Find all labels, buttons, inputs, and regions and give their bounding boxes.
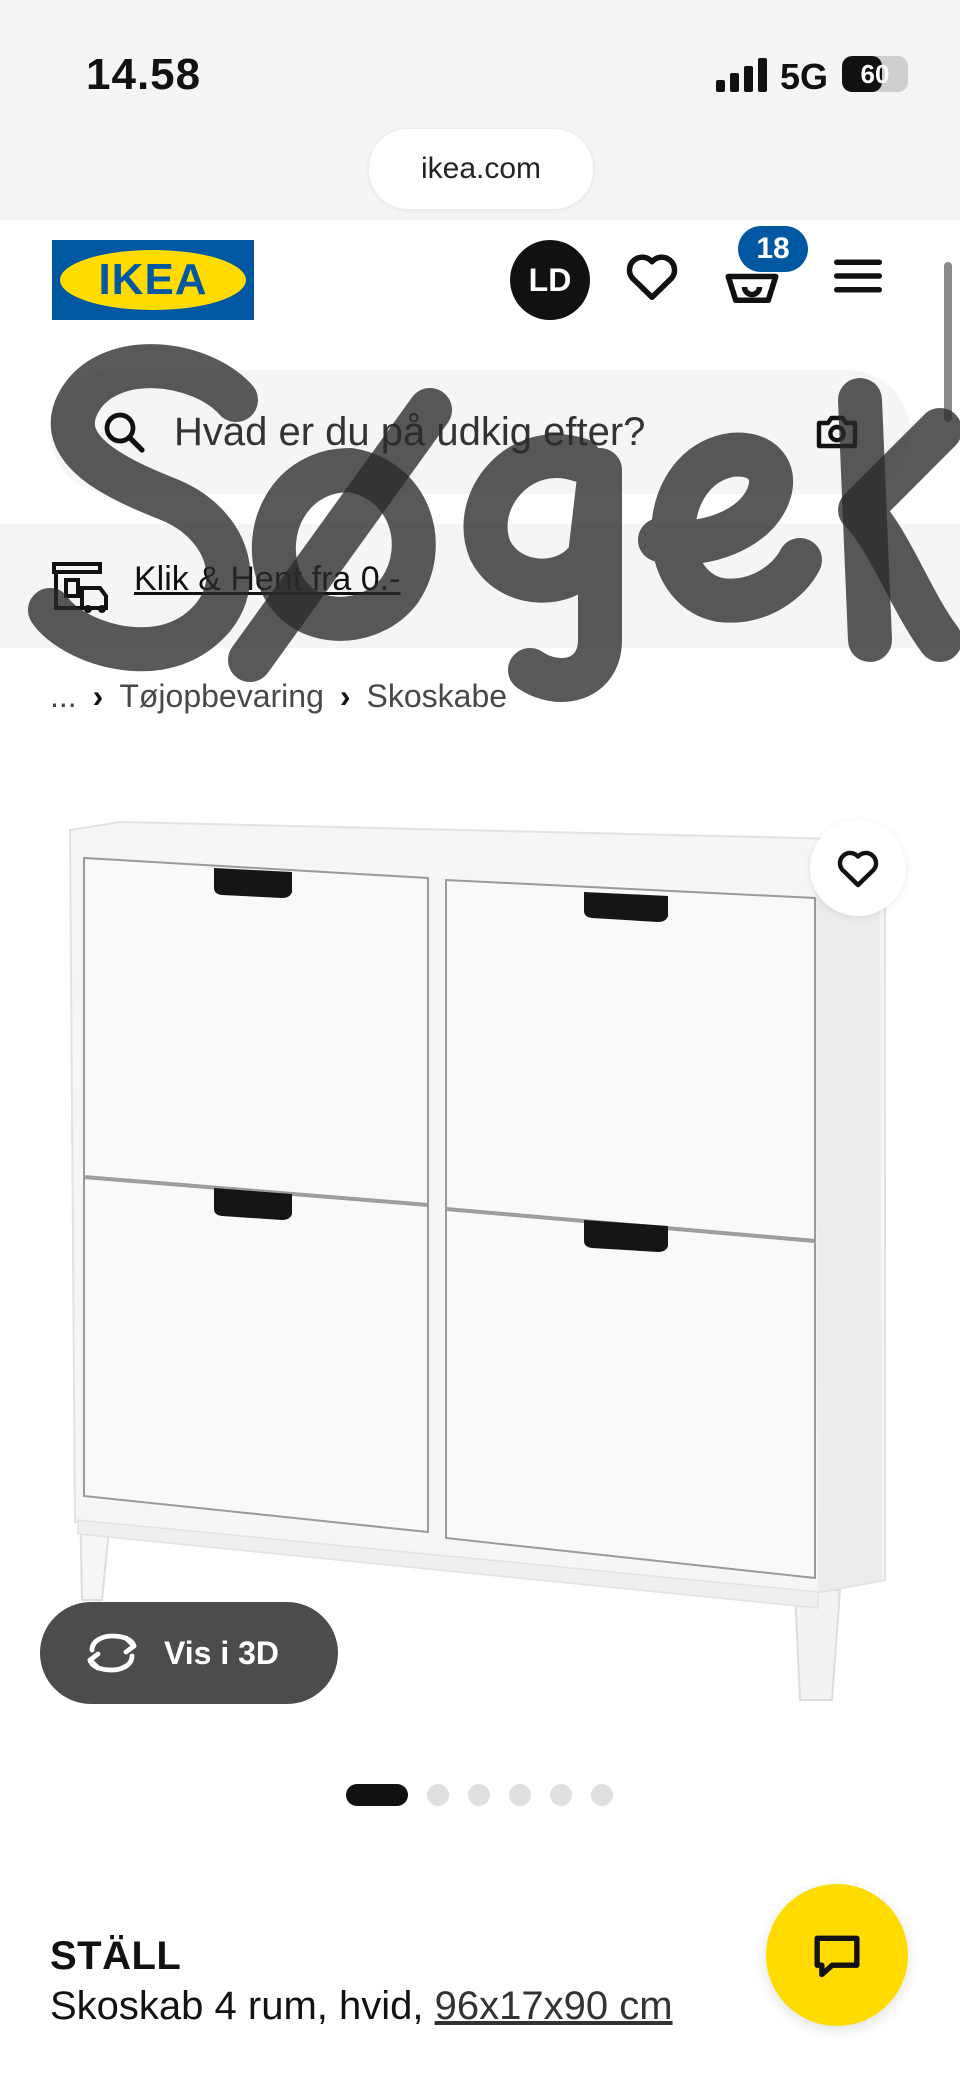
product-name: STÄLL xyxy=(50,1934,182,1978)
store-pickup-icon xyxy=(52,562,108,613)
chat-icon xyxy=(814,1935,860,1978)
menu-icon xyxy=(834,259,882,293)
breadcrumb-ellipsis[interactable]: ... xyxy=(50,678,77,715)
chevron-right-icon: › xyxy=(92,678,104,714)
status-time: 14.58 xyxy=(86,50,202,99)
heart-icon xyxy=(837,850,879,888)
camera-icon[interactable] xyxy=(812,408,862,456)
breadcrumb: ... › Tøjopbevaring › Skoskabe xyxy=(50,678,507,715)
carousel-dot[interactable] xyxy=(550,1784,572,1806)
carousel-dot[interactable] xyxy=(427,1784,449,1806)
search-bar[interactable] xyxy=(50,370,910,494)
carousel-dot[interactable] xyxy=(346,1784,408,1806)
chat-button[interactable] xyxy=(766,1884,908,2026)
click-collect-banner[interactable]: Klik & Hent fra 0.- xyxy=(0,524,960,648)
address-bar[interactable]: ikea.com xyxy=(368,128,594,210)
search-input[interactable] xyxy=(174,370,794,494)
signal-icon xyxy=(716,58,768,92)
breadcrumb-item-shoe-cabinets[interactable]: Skoskabe xyxy=(367,678,508,715)
heart-icon xyxy=(626,254,678,300)
search-icon[interactable] xyxy=(100,408,148,456)
rotate-3d-icon xyxy=(87,1633,137,1673)
save-to-favorites-button[interactable] xyxy=(810,820,906,916)
breadcrumb-item-clothing-storage[interactable]: Tøjopbevaring xyxy=(119,678,324,715)
chevron-right-icon: › xyxy=(339,678,351,714)
account-avatar[interactable]: LD xyxy=(510,240,590,320)
carousel-dot[interactable] xyxy=(468,1784,490,1806)
cart-count-badge: 18 xyxy=(738,226,808,272)
menu-button[interactable] xyxy=(828,246,888,306)
scrollbar-thumb[interactable] xyxy=(944,262,952,422)
favorites-button[interactable] xyxy=(622,246,682,306)
network-type: 5G xyxy=(780,56,829,97)
battery-icon: 60 xyxy=(842,56,908,92)
ikea-logo[interactable]: IKEA xyxy=(52,240,254,320)
product-type: Skoskab 4 rum, hvid, xyxy=(50,1984,424,2028)
click-collect-link[interactable]: Klik & Hent fra 0.- xyxy=(134,560,400,599)
view-in-3d-button[interactable]: Vis i 3D xyxy=(40,1602,338,1704)
product-dimensions-link[interactable]: 96x17x90 cm xyxy=(435,1984,673,2028)
url-text: ikea.com xyxy=(420,152,542,185)
carousel-dot[interactable] xyxy=(591,1784,613,1806)
logo-text: IKEA xyxy=(98,255,208,304)
product-description: Skoskab 4 rum, hvid, 96x17x90 cm xyxy=(50,1984,673,2029)
battery-level: 60 xyxy=(860,59,890,89)
carousel-dot[interactable] xyxy=(509,1784,531,1806)
view-in-3d-label: Vis i 3D xyxy=(164,1635,280,1671)
